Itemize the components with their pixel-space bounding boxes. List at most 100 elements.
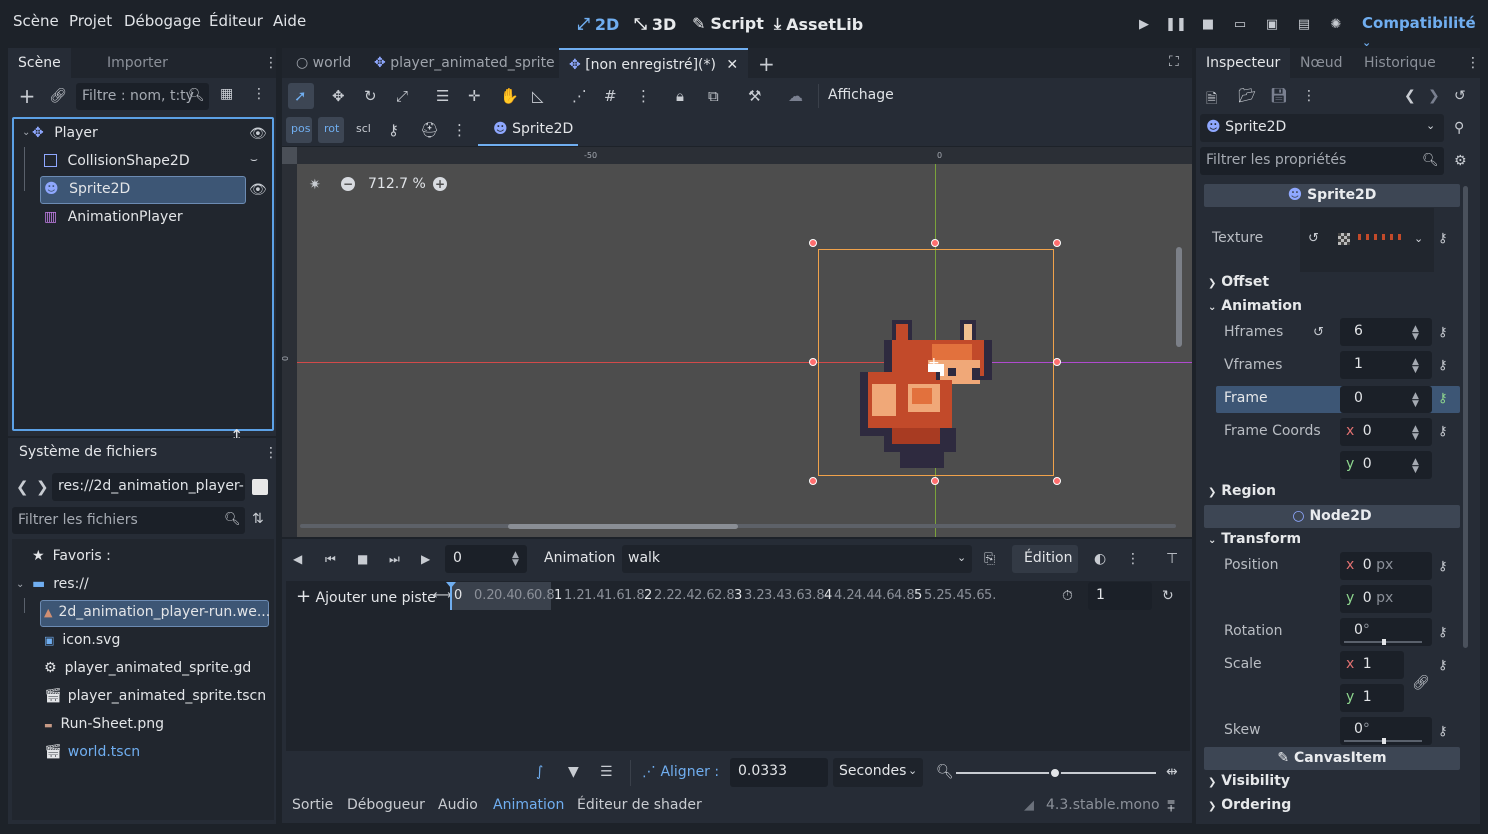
list-select-icon[interactable]: ☰ bbox=[436, 87, 449, 105]
save-icon[interactable]: 💾︎ bbox=[1270, 88, 1288, 104]
sort-icon[interactable]: ⇅ bbox=[252, 511, 264, 527]
sprite-tool-button[interactable]: ☻ Sprite2D bbox=[493, 121, 573, 137]
link-icon[interactable]: 🔗︎ bbox=[1412, 675, 1430, 691]
property-tools-icon[interactable]: ⚙ bbox=[1454, 153, 1467, 169]
inspector-scrollbar[interactable] bbox=[1463, 186, 1468, 648]
resize-handle[interactable] bbox=[1053, 358, 1061, 366]
close-icon[interactable]: ✕ bbox=[726, 57, 738, 73]
visibility-eye-icon[interactable]: 👁︎ bbox=[249, 182, 267, 198]
new-resource-icon[interactable]: 🗎︎ bbox=[1206, 88, 1217, 112]
spinner-arrows-icon[interactable]: ▲ ▼ bbox=[1412, 325, 1419, 342]
movie-maker-icon[interactable]: ✺ bbox=[1326, 14, 1346, 34]
key-position-icon[interactable]: pos bbox=[291, 122, 310, 135]
play-icon[interactable]: ▶ bbox=[421, 552, 430, 566]
horizontal-scrollbar[interactable] bbox=[508, 524, 738, 529]
onion-skin-icon[interactable]: ◐ bbox=[1094, 551, 1106, 567]
tab-scene[interactable]: Scène bbox=[8, 48, 71, 78]
key-rotation-icon[interactable]: rot bbox=[324, 122, 339, 135]
pause-icon[interactable]: ❚❚ bbox=[1165, 14, 1187, 34]
stop-icon[interactable]: ■ bbox=[357, 552, 368, 566]
tab-audio[interactable]: Audio bbox=[438, 797, 478, 813]
position-x[interactable]: x 0 px bbox=[1340, 552, 1432, 580]
stop-icon[interactable]: ■ bbox=[1198, 14, 1218, 34]
zoom-in-icon[interactable]: + bbox=[433, 177, 447, 191]
link-icon[interactable]: 🔗︎ bbox=[48, 86, 68, 106]
revert-icon[interactable]: ↺ bbox=[1313, 325, 1324, 340]
position-y[interactable]: y 0 px bbox=[1340, 585, 1432, 613]
move-tool-icon[interactable]: ✥ bbox=[332, 87, 345, 105]
section-animation[interactable]: ⌄ Animation bbox=[1208, 298, 1302, 314]
file-item-res[interactable]: ▬ res:// bbox=[32, 571, 89, 598]
visibility-hidden-icon[interactable]: ⌣ bbox=[250, 152, 258, 167]
filter-icon[interactable]: ▼ bbox=[568, 764, 579, 780]
bezier-icon[interactable]: ∫ bbox=[536, 764, 543, 780]
zoom-level[interactable]: 712.7 % bbox=[368, 176, 426, 192]
key-icon[interactable]: ⚷ bbox=[1438, 325, 1448, 340]
section-transform[interactable]: ⌄ Transform bbox=[1208, 531, 1301, 547]
play-backwards-from-end-icon[interactable]: ⏮ bbox=[325, 552, 336, 567]
spinner-arrows-icon[interactable]: ▲ ▼ bbox=[1412, 392, 1419, 409]
workspace-script-button[interactable]: ✎ Script bbox=[692, 14, 764, 33]
bone-icon[interactable]: ⚒ bbox=[748, 87, 761, 105]
grid-snap-icon[interactable]: # bbox=[604, 87, 617, 105]
favorites-item[interactable]: ★ Favoris : bbox=[32, 543, 111, 570]
spinner-arrows-icon[interactable]: ▲ ▼ bbox=[512, 551, 519, 568]
scale-x[interactable]: x 1 bbox=[1340, 651, 1404, 679]
pivot-tool-icon[interactable]: ✛ bbox=[468, 87, 481, 105]
tab-debugger[interactable]: Débogueur bbox=[347, 797, 425, 813]
remote-debug-icon[interactable]: ▭ bbox=[1230, 14, 1250, 34]
edit-button[interactable]: Édition bbox=[1012, 545, 1078, 573]
back-arrow-icon[interactable]: ❮ bbox=[1404, 88, 1416, 104]
tab-import[interactable]: Importer bbox=[97, 48, 178, 78]
file-item-run-webp[interactable]: ▲ 2d_animation_player-run.we... bbox=[44, 599, 270, 626]
pin-icon[interactable]: ⊤ bbox=[1166, 551, 1178, 567]
zoom-slider-thumb[interactable] bbox=[1049, 767, 1061, 779]
key-icon[interactable]: ⚷ bbox=[388, 121, 399, 139]
kebab-menu-icon[interactable]: ⋮ bbox=[1466, 55, 1480, 71]
tab-unsaved[interactable]: ✥ [non enregistré](*) ✕ bbox=[559, 48, 749, 78]
select-tool-icon[interactable]: ➚ bbox=[294, 87, 307, 105]
resize-handle[interactable] bbox=[809, 358, 817, 366]
tree-item-sprite2d[interactable]: ☻ Sprite2D bbox=[44, 176, 130, 203]
revert-icon[interactable]: ↺ bbox=[1308, 231, 1319, 246]
tree-item-animationplayer[interactable]: ▥ AnimationPlayer bbox=[44, 204, 183, 231]
file-item-world-tscn[interactable]: 🎬︎ world.tscn bbox=[44, 739, 140, 766]
pan-tool-icon[interactable]: ✋ bbox=[500, 87, 519, 105]
path-field[interactable]: res://2d_animation_player-r bbox=[52, 473, 245, 501]
lock-icon[interactable]: 🔒︎ bbox=[676, 87, 684, 105]
add-node-icon[interactable]: + bbox=[17, 84, 37, 108]
resize-handle[interactable] bbox=[1053, 477, 1061, 485]
file-item-icon-svg[interactable]: ▣ icon.svg bbox=[44, 627, 120, 654]
workspace-2d-button[interactable]: ⤢ 2D bbox=[577, 14, 619, 34]
spinner-arrows-icon[interactable]: ▲ ▼ bbox=[1412, 358, 1419, 375]
play-scene-icon[interactable]: ▣ bbox=[1262, 14, 1282, 34]
add-key-icon[interactable]: ⚷ bbox=[1438, 424, 1448, 439]
kebab-menu-icon[interactable]: ⋮ bbox=[252, 86, 266, 102]
forward-arrow-icon[interactable]: ❯ bbox=[1428, 88, 1440, 104]
key-icon[interactable]: ⚷ bbox=[1438, 559, 1448, 574]
history-icon[interactable]: ↺ bbox=[1454, 88, 1466, 104]
viewport[interactable]: -50 0 0 ✷ − 712.7 % + + bbox=[282, 147, 1192, 537]
workspace-assetlib-button[interactable]: ⤓ AssetLib bbox=[774, 14, 863, 34]
play-custom-icon[interactable]: ▤ bbox=[1294, 14, 1314, 34]
collapse-arrow-icon[interactable]: ⌄ bbox=[22, 119, 30, 147]
renderer-select[interactable]: Compatibilité ⌄ bbox=[1362, 14, 1488, 50]
add-key-icon[interactable]: ⚷ bbox=[1438, 391, 1448, 406]
expand-panel-icon[interactable]: ⩱ bbox=[1167, 799, 1175, 815]
kebab-menu-icon[interactable]: ⋮ bbox=[264, 445, 278, 461]
resize-handle[interactable] bbox=[1053, 239, 1061, 247]
skew-thumb[interactable] bbox=[1382, 738, 1386, 744]
file-filter-input[interactable]: Filtrer les fichiers bbox=[12, 507, 245, 534]
zoom-out-icon[interactable]: − bbox=[341, 177, 355, 191]
vertical-scrollbar[interactable] bbox=[1176, 247, 1182, 347]
section-offset[interactable]: ❯ Offset bbox=[1208, 274, 1269, 290]
spinner-arrows-icon[interactable]: ▲ ▼ bbox=[1412, 458, 1419, 475]
animation-select[interactable]: walk bbox=[622, 545, 972, 573]
scale-tool-icon[interactable]: ⤢ bbox=[396, 87, 408, 105]
key-icon[interactable]: ⚷ bbox=[1438, 658, 1448, 673]
object-docs-icon[interactable]: ⚲ bbox=[1454, 120, 1464, 136]
menu-project[interactable]: Projet bbox=[69, 12, 112, 30]
key-icon[interactable]: ⚷ bbox=[1438, 231, 1448, 246]
tab-world[interactable]: ○ world bbox=[286, 48, 361, 78]
file-item-tscn[interactable]: 🎬︎ player_animated_sprite.tscn bbox=[44, 683, 266, 710]
